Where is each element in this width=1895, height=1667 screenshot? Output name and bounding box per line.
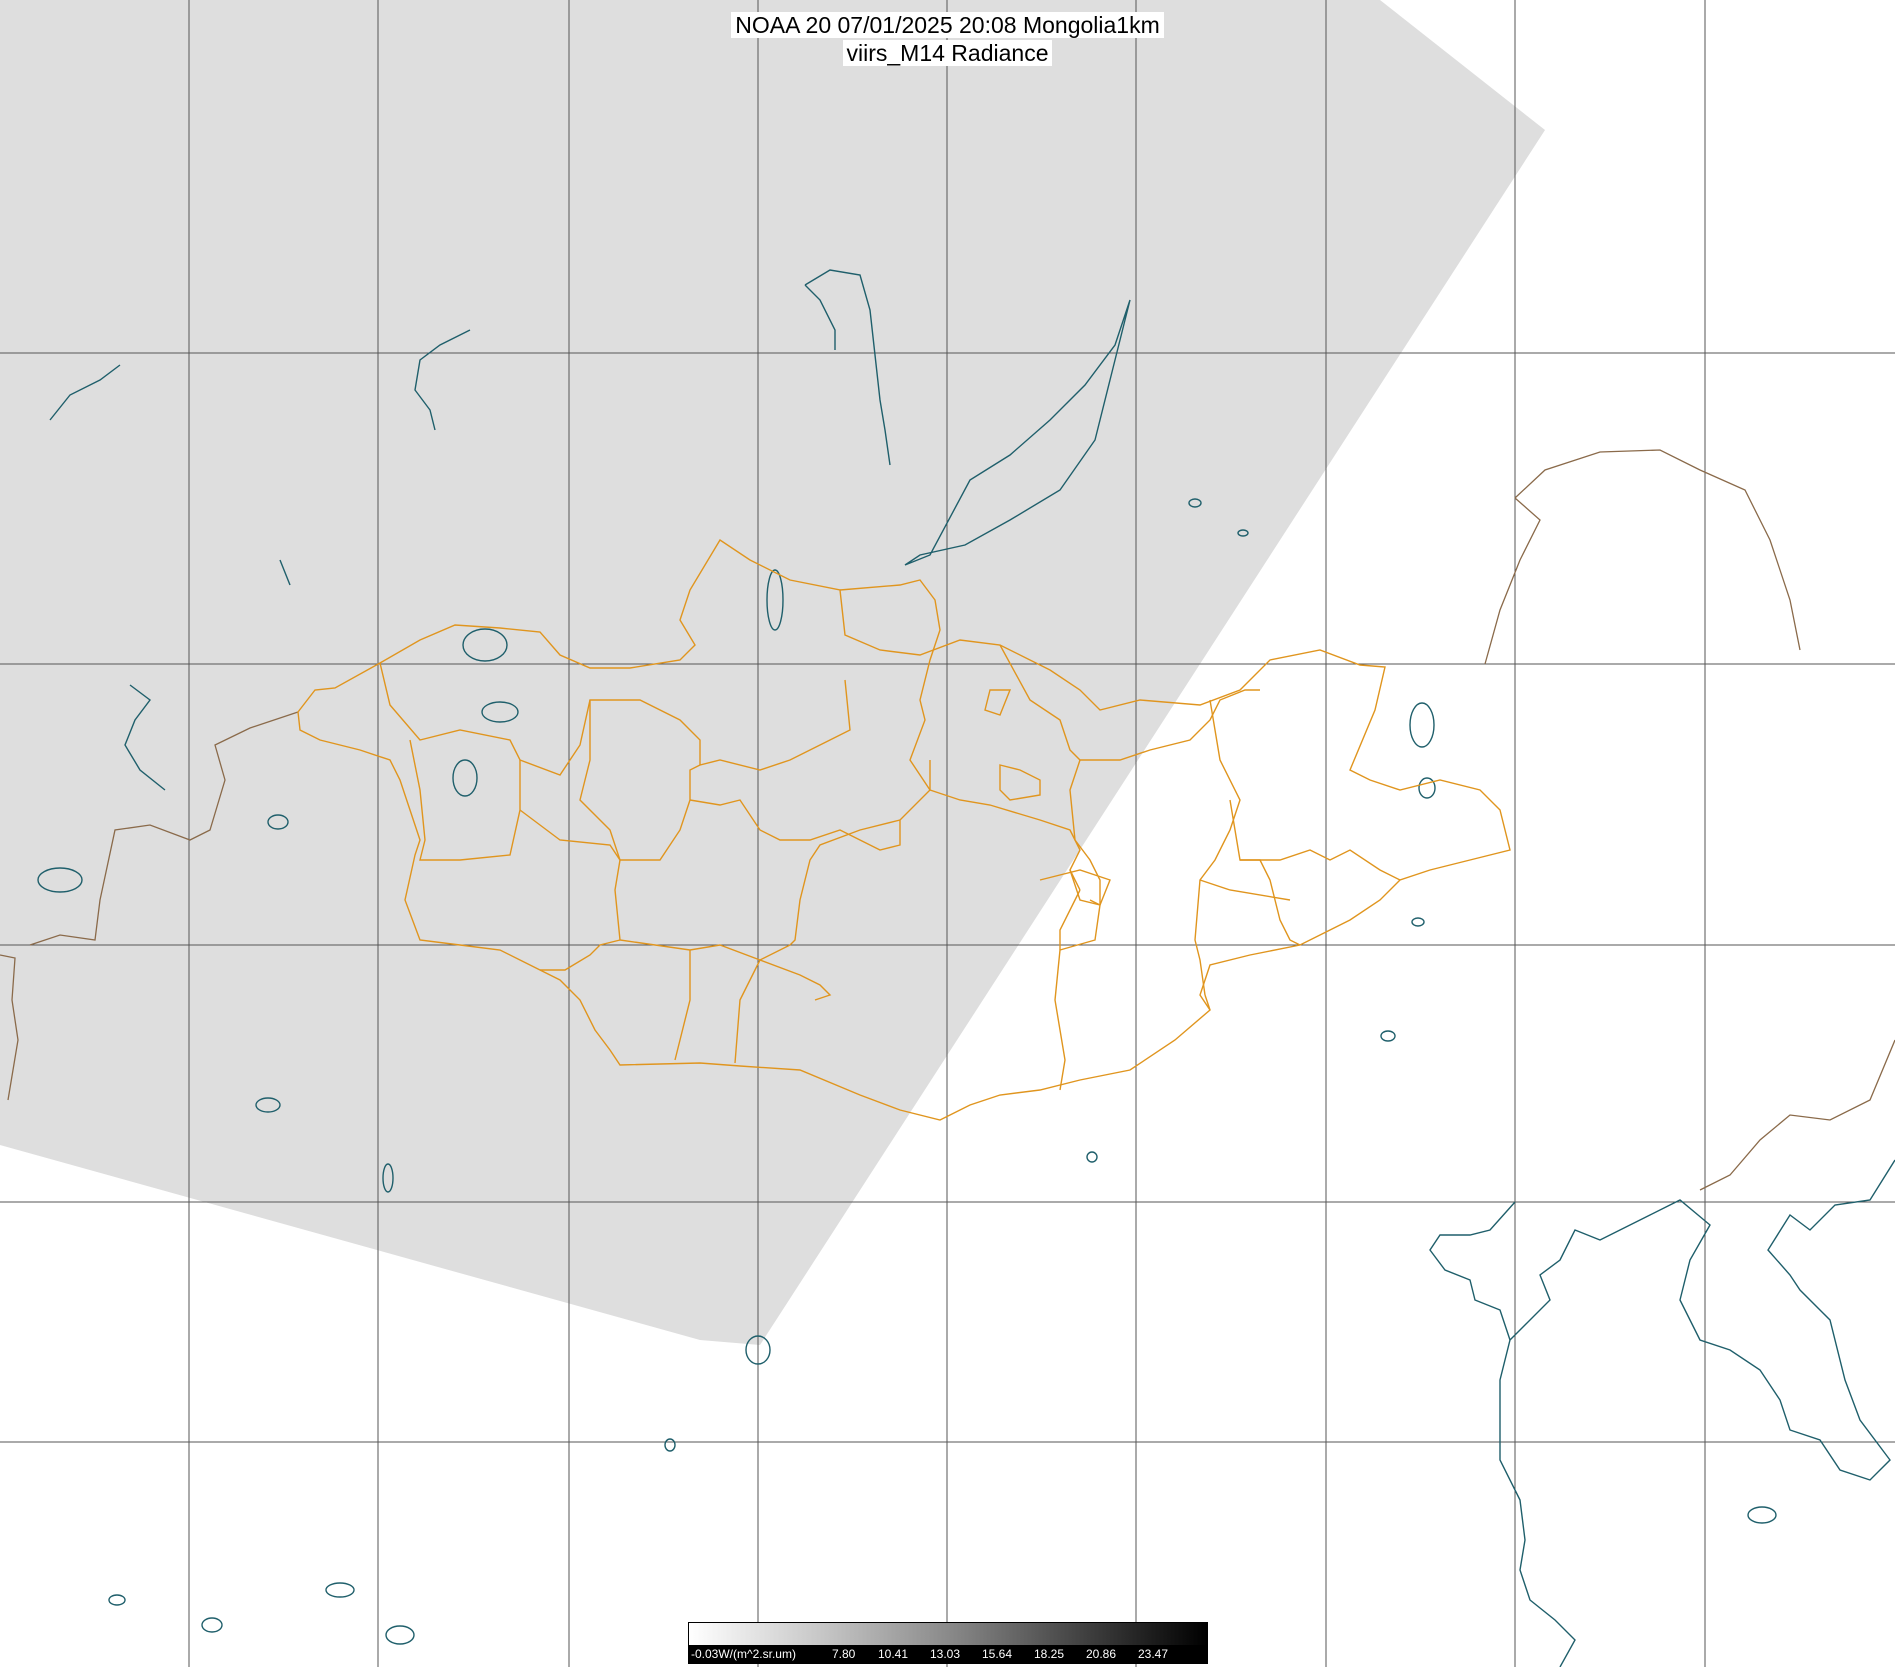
colorbar-gradient bbox=[689, 1623, 1207, 1645]
colorbar-tick-label: 23.47 bbox=[1138, 1647, 1169, 1661]
colorbar-tick-label: 10.41 bbox=[878, 1647, 909, 1661]
radiance-swath bbox=[0, 0, 1545, 1345]
korea-china-coast bbox=[1499, 1159, 1895, 1667]
colorbar-labels: -0.03W/(m^2.sr.um) 7.80 10.41 13.03 15.6… bbox=[689, 1645, 1207, 1663]
colorbar-tick-label: 7.80 bbox=[832, 1647, 856, 1661]
colorbar-tick-label: 18.25 bbox=[1034, 1647, 1065, 1661]
colorbar-tick-label: 13.03 bbox=[930, 1647, 961, 1661]
colorbar-tick-label: 20.86 bbox=[1086, 1647, 1117, 1661]
colorbar-legend: -0.03W/(m^2.sr.um) 7.80 10.41 13.03 15.6… bbox=[688, 1622, 1208, 1664]
colorbar-unit-label: -0.03W/(m^2.sr.um) bbox=[691, 1647, 796, 1661]
colorbar-tick-label: 15.64 bbox=[982, 1647, 1013, 1661]
satellite-map bbox=[0, 0, 1895, 1667]
